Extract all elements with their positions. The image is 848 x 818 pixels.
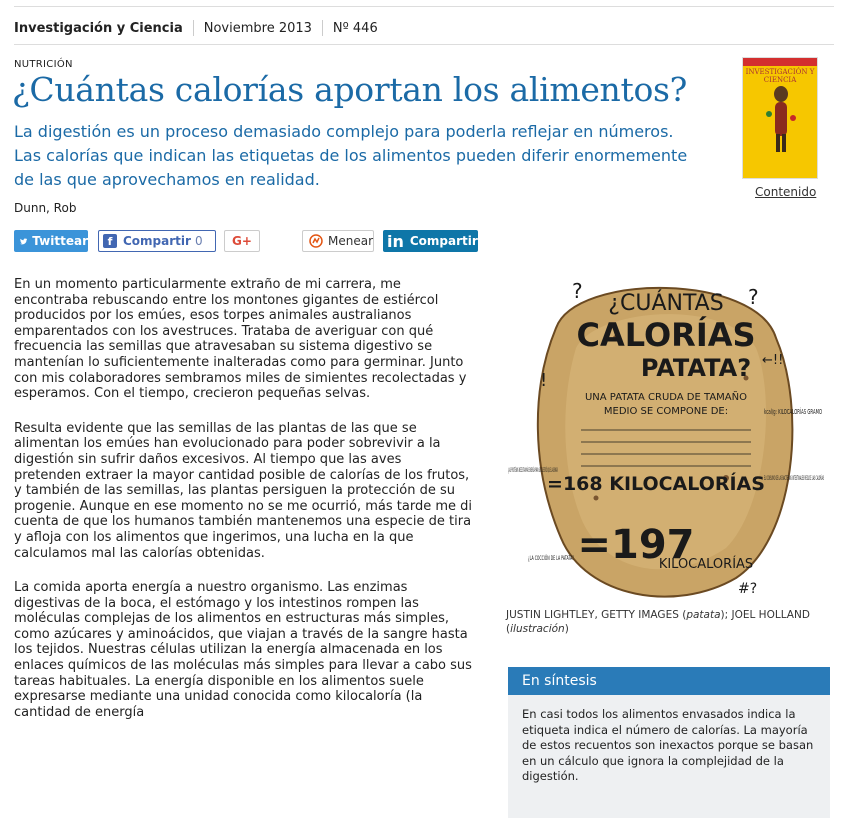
googleplus-icon: G+: [232, 234, 252, 248]
illus-note-right: EL CONSUMO DE LAS BACTERIAS INTESTINALES…: [764, 475, 824, 482]
caption-credit2-note: ilustración: [510, 623, 565, 635]
linkedin-share-button[interactable]: in Compartir: [383, 230, 478, 252]
illus-text: CALORÍAS: [576, 316, 755, 354]
breadcrumb-issue[interactable]: Nº 446: [333, 21, 378, 36]
illus-note-bottom: ¿LA COCCIÓN DE LA PATATA?: [528, 555, 574, 562]
twitter-share-button[interactable]: Twittear: [14, 230, 88, 252]
linkedin-label: Compartir: [409, 234, 478, 248]
meneame-share-button[interactable]: Menear: [302, 230, 374, 252]
potato-illustration: ¿CUÁNTAS CALORÍAS PATATA? UNA PATATA CRU…: [508, 279, 824, 598]
illus-text: UNA PATATA CRUDA DE TAMAÑO: [585, 390, 747, 403]
illus-note-left: ¿LAS PROTEÍNAS NECESITAN MÁS ENERGÍA PAR…: [508, 467, 558, 474]
contents-link[interactable]: Contenido: [755, 185, 816, 199]
section-label: NUTRICIÓN: [14, 59, 73, 70]
cover-title: INVESTIGACIÓN Y CIENCIA: [745, 68, 815, 84]
cover-figure-icon: [766, 86, 796, 152]
article-body: En un momento particularmente extraño de…: [14, 277, 472, 739]
twitter-icon: [20, 237, 28, 244]
svg-text:←!!: ←!!: [762, 353, 783, 368]
svg-text:?: ?: [748, 285, 759, 309]
image-caption: JUSTIN LIGHTLEY, GETTY IMAGES (patata); …: [506, 609, 810, 635]
breadcrumb-date[interactable]: Noviembre 2013: [204, 21, 312, 36]
article-paragraph: La comida aporta energía a nuestro organ…: [14, 580, 472, 720]
breadcrumb-separator: [321, 20, 323, 36]
twitter-label: Twittear: [32, 234, 88, 248]
article-subtitle: La digestión es un proceso demasiado com…: [14, 122, 688, 189]
svg-text:!: !: [540, 370, 547, 391]
synthesis-text: En casi todos los alimentos envasados in…: [522, 707, 814, 783]
synthesis-box: En síntesis En casi todos los alimentos …: [508, 667, 830, 818]
meneame-label: Menear: [327, 234, 373, 248]
meneame-icon: [309, 234, 323, 248]
breadcrumb-separator: [192, 20, 194, 36]
synthesis-heading: En síntesis: [508, 667, 830, 695]
illus-text: KILOCALORÍAS: [659, 556, 753, 572]
caption-credit1: JUSTIN LIGHTLEY, GETTY IMAGES: [506, 609, 679, 621]
cover-band: [743, 58, 817, 66]
breadcrumb-publication[interactable]: Investigación y Ciencia: [14, 21, 183, 36]
facebook-count: 0: [194, 234, 203, 248]
magazine-cover[interactable]: INVESTIGACIÓN Y CIENCIA: [742, 57, 818, 179]
author-name[interactable]: Dunn, Rob: [14, 201, 76, 215]
caption-credit1-note: patata: [686, 609, 721, 621]
svg-text:#?: #?: [738, 581, 757, 597]
facebook-label: Compartir: [123, 234, 191, 248]
illus-text: =168 KILOCALORÍAS: [547, 472, 765, 495]
article-paragraph: Resulta evidente que las semillas de las…: [14, 420, 473, 561]
article-paragraph: En un momento particularmente extraño de…: [14, 277, 467, 402]
linkedin-icon: in: [387, 231, 404, 251]
facebook-share-button[interactable]: f Compartir 0: [98, 230, 216, 252]
facebook-icon: f: [103, 234, 117, 248]
illus-text: ¿CUÁNTAS: [608, 290, 723, 316]
illus-note-kcal: kcal/g: KILOCALORÍAS GRAMO: [764, 407, 822, 416]
googleplus-share-button[interactable]: G+: [224, 230, 260, 252]
illus-text: MEDIO SE COMPONE DE:: [604, 406, 728, 417]
svg-text:?: ?: [572, 279, 583, 303]
caption-credit2: JOEL HOLLAND: [731, 609, 810, 621]
top-divider: [14, 6, 834, 7]
breadcrumb: Investigación y Ciencia Noviembre 2013 N…: [14, 20, 378, 36]
illus-text: PATATA?: [641, 354, 751, 382]
page-title: ¿Cuántas calorías aportan los alimentos?: [12, 70, 688, 109]
breadcrumb-divider: [14, 44, 834, 45]
